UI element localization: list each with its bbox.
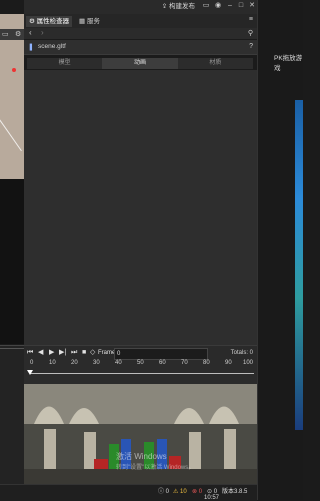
tick-label: 80 bbox=[203, 360, 210, 366]
activation-watermark: 激活 Windows bbox=[116, 452, 167, 461]
forward-arrow-icon[interactable]: › bbox=[41, 28, 44, 37]
warning-count-value: 10 bbox=[180, 489, 187, 495]
tick-label: 20 bbox=[71, 360, 78, 366]
settings-icon[interactable]: ⚙ bbox=[15, 30, 21, 38]
tab-inspector-label: 属性检查器 bbox=[36, 18, 70, 25]
tab-service[interactable]: ▦ 服务 bbox=[76, 16, 103, 27]
tick-label: 30 bbox=[93, 360, 100, 366]
next-frame-icon[interactable]: ▶| bbox=[59, 348, 66, 358]
build-publish-button[interactable]: ⇪ 构建发布 bbox=[162, 2, 195, 12]
help-icon[interactable]: ? bbox=[249, 43, 253, 50]
tick-label: 100 bbox=[243, 360, 254, 366]
activation-watermark-sub: 转到"设置"以激活 Windows。 bbox=[116, 465, 195, 471]
panel-tabs: ⚙ 属性检查器 ▦ 服务 ≡ bbox=[24, 14, 257, 29]
right-preview-strip bbox=[295, 100, 303, 430]
inspector-content bbox=[24, 70, 257, 345]
left-bottom-panel bbox=[0, 345, 24, 501]
playhead-marker[interactable] bbox=[27, 370, 33, 375]
timeline-ruler[interactable]: 0 10 20 30 40 50 60 70 80 90 100 bbox=[24, 360, 257, 384]
tick-label: 50 bbox=[137, 360, 144, 366]
frame-label: Frame bbox=[98, 350, 116, 356]
frame-input[interactable]: 0 bbox=[114, 348, 208, 360]
error-count[interactable]: ⊗ 0 bbox=[192, 488, 202, 497]
gizmo-red-handle[interactable] bbox=[12, 68, 16, 72]
model-preview[interactable]: 激活 Windows 转到"设置"以激活 Windows。 bbox=[24, 384, 257, 484]
asset-header: ❚ scene.gltf ? bbox=[24, 40, 257, 55]
camera-icon[interactable]: ▭ bbox=[2, 30, 9, 38]
error-count-value: 0 bbox=[198, 489, 203, 495]
inspector-nav: ‹ › ⚲ bbox=[24, 28, 257, 39]
viewport-shadow-region bbox=[0, 179, 24, 344]
service-icon: ▦ bbox=[79, 18, 87, 25]
pin-icon[interactable]: ⚲ bbox=[248, 29, 253, 37]
asset-subtabs: 模型 动画 材质 bbox=[27, 58, 253, 69]
tab-inspector[interactable]: ⚙ 属性检查器 bbox=[26, 16, 73, 27]
tab-material[interactable]: 材质 bbox=[178, 58, 253, 69]
tick-label: 10 bbox=[49, 360, 56, 366]
status-bar: ⓘ 0 ⚠ 10 ⊗ 0 ⊙ 0 版本3.8.5 10:57 bbox=[0, 484, 257, 501]
info-count-value: 0 bbox=[165, 489, 170, 495]
tab-animation[interactable]: 动画 bbox=[102, 58, 178, 69]
warning-count[interactable]: ⚠ 10 bbox=[173, 488, 187, 497]
clock-time: 10:57 bbox=[204, 495, 220, 501]
tick-label: 40 bbox=[115, 360, 122, 366]
tick-label: 0 bbox=[30, 360, 34, 366]
keyframe-icon[interactable]: ◇ bbox=[90, 348, 95, 358]
asset-name: scene.gltf bbox=[38, 43, 66, 50]
title-bar: ⇪ 构建发布 ▭ ◉ – □ ✕ bbox=[24, 0, 257, 14]
prev-frame-icon[interactable]: ◀ bbox=[38, 348, 43, 358]
totals-label: Totals: 0 bbox=[230, 350, 253, 356]
right-side-panel: PK拖放游戏 bbox=[257, 0, 303, 500]
tab-model[interactable]: 模型 bbox=[27, 58, 102, 69]
ruler-baseline bbox=[30, 373, 254, 374]
info-count[interactable]: ⓘ 0 bbox=[158, 488, 169, 497]
scene-viewport[interactable] bbox=[0, 14, 24, 344]
version-label: 版本3.8.5 bbox=[222, 489, 248, 495]
gizmo-line bbox=[0, 117, 22, 152]
last-frame-icon[interactable]: ⏭ bbox=[71, 348, 77, 358]
tick-label: 70 bbox=[181, 360, 188, 366]
tick-label: 90 bbox=[225, 360, 232, 366]
maximize-icon[interactable]: □ bbox=[236, 1, 246, 11]
first-frame-icon[interactable]: ⏮ bbox=[27, 348, 33, 358]
close-icon[interactable]: ✕ bbox=[247, 1, 257, 11]
play-icon[interactable]: ▶ bbox=[49, 348, 54, 358]
viewport-toolbar: ▭ ⚙ bbox=[0, 29, 24, 40]
right-panel-label: PK拖放游戏 bbox=[274, 55, 303, 72]
panel-menu-icon[interactable]: ≡ bbox=[249, 16, 253, 23]
folder-icon[interactable]: ▭ bbox=[201, 1, 211, 11]
minimize-icon[interactable]: – bbox=[225, 1, 235, 11]
inspector-icon: ⚙ bbox=[29, 18, 37, 25]
github-icon[interactable]: ◉ bbox=[213, 1, 223, 11]
back-arrow-icon[interactable]: ‹ bbox=[29, 28, 32, 37]
gltf-file-icon: ❚ bbox=[28, 44, 34, 51]
tick-label: 60 bbox=[159, 360, 166, 366]
tab-service-label: 服务 bbox=[86, 18, 100, 25]
stop-icon[interactable]: ■ bbox=[82, 348, 86, 358]
animation-toolbar: ⏮ ◀ ▶ ▶| ⏭ ■ ◇ Frame 0 Totals: 0 bbox=[24, 345, 257, 360]
build-publish-label: 构建发布 bbox=[169, 3, 195, 10]
